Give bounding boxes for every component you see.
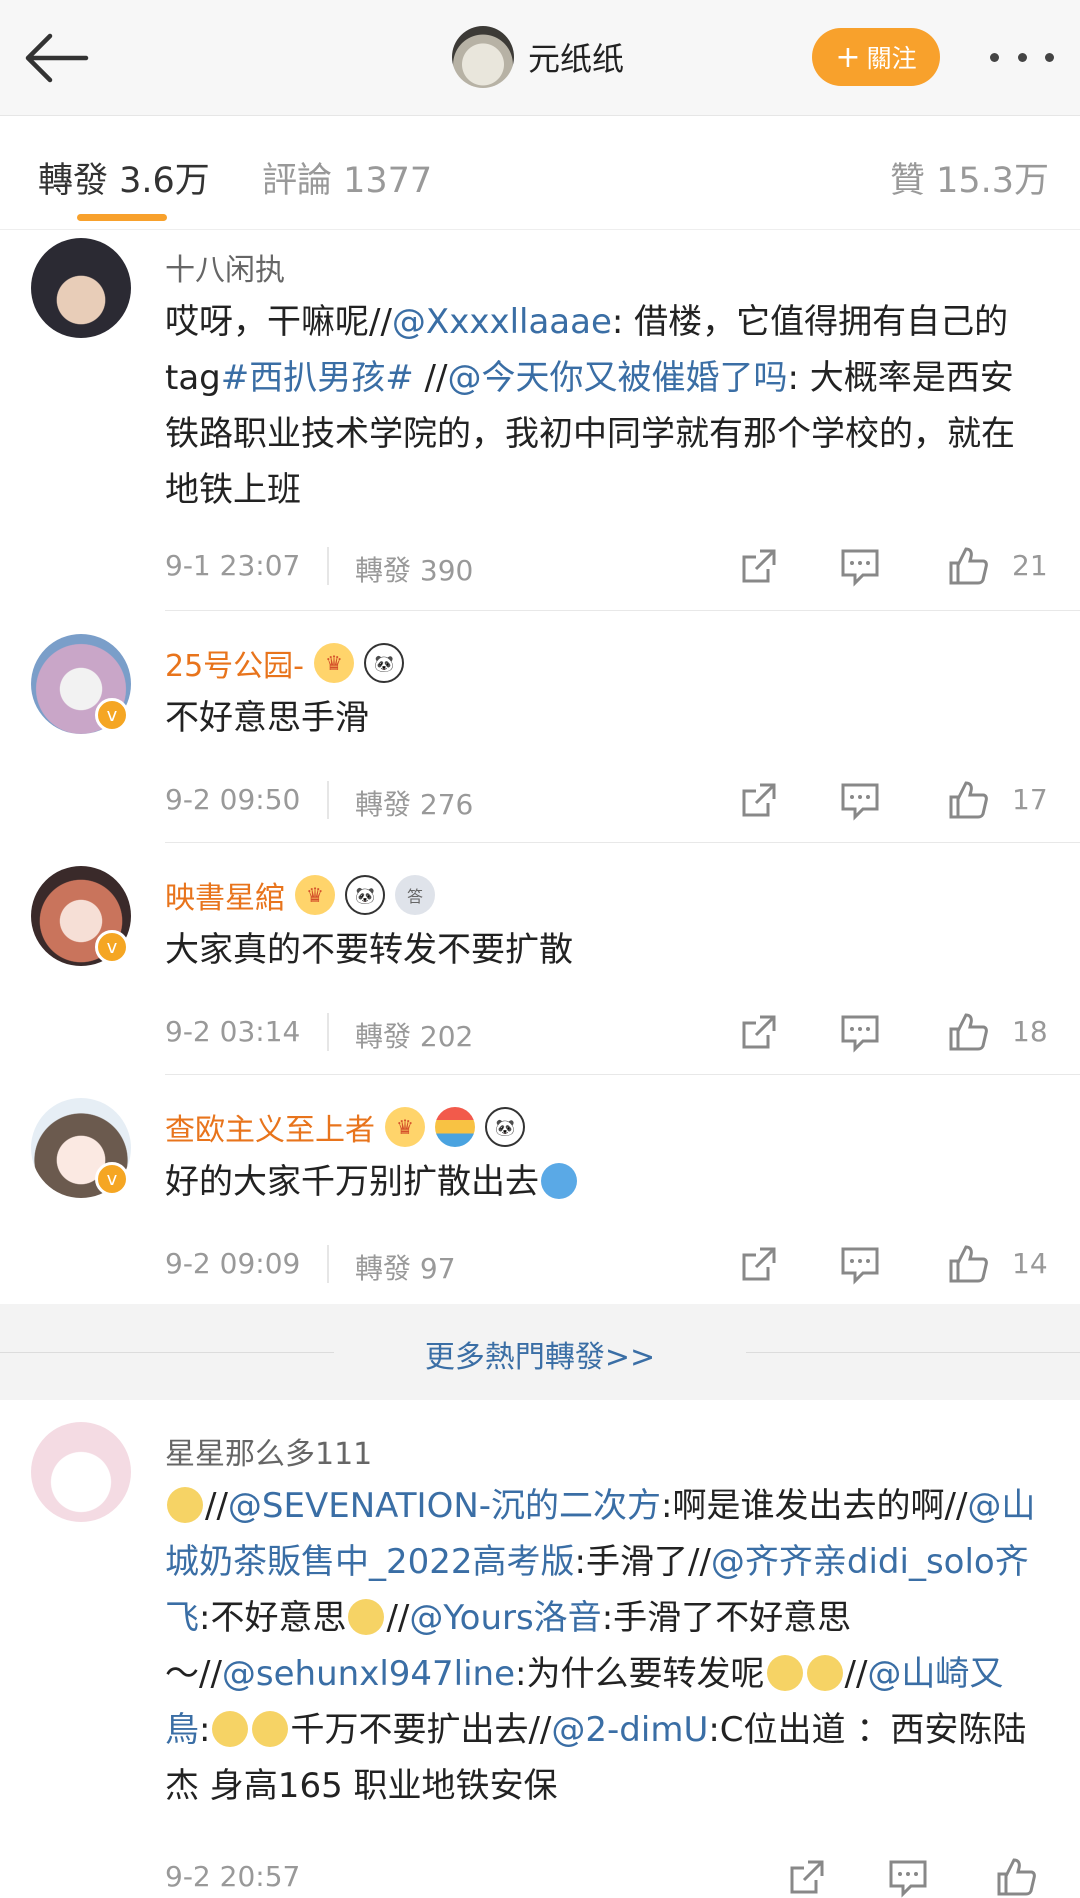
timestamp: 9-2 09:09 [165,1247,301,1280]
verified-icon: v [95,698,129,732]
mention-link[interactable]: @sehunxl947line [222,1654,515,1694]
comment-icon[interactable] [839,779,881,821]
like-icon[interactable] [995,1856,1037,1898]
tab-forward[interactable]: 轉發 3.6万 [38,152,210,203]
avatar[interactable] [31,238,131,338]
panda-badge-icon: 🐼 [364,643,404,683]
mention-link[interactable]: @Yours洛音 [409,1598,601,1638]
username[interactable]: 查欧主义至上者 ♛ 🐼 [165,1106,1055,1148]
avatar[interactable]: v [31,866,131,966]
comment-text: 哎呀，干嘛呢//@Xxxxllaaae: 借楼，它值得拥有自己的tag#西扒男孩… [165,302,1015,510]
comment-text: 好的大家千万别扩散出去 [165,1154,1055,1210]
comment-icon[interactable] [839,1243,881,1285]
username[interactable]: 映書星綰 ♛ 🐼 答 [165,874,1055,916]
comment-meta: 9-2 20:57 [165,1852,1080,1898]
like-count: 21 [1012,549,1048,582]
medal-badge-icon: 答 [395,875,435,915]
tab-indicator [77,214,167,221]
like-count: 14 [1012,1247,1048,1280]
hashtag-link[interactable]: #西扒男孩# [221,358,414,398]
comment-icon[interactable] [839,1011,881,1053]
mention-link[interactable]: @SEVENATION-沉的二次方 [228,1486,661,1526]
username[interactable]: 25号公园- ♛ 🐼 [165,642,1055,684]
comment-meta: 9-2 09:50 轉發 276 17 [165,775,1080,825]
comment-text: //@SEVENATION-沉的二次方:啊是谁发出去的啊//@山城奶茶販售中_2… [165,1486,1036,1806]
tab-bar: 轉發 3.6万 評論 1377 贊 15.3万 [0,116,1080,230]
share-icon[interactable] [738,1243,780,1285]
crown-badge-icon: ♛ [385,1107,425,1147]
comment-icon[interactable] [839,545,881,587]
mention-link[interactable]: @Xxxxllaaae [392,302,612,342]
like-icon[interactable] [947,1243,989,1285]
tab-comments[interactable]: 評論 1377 [262,152,432,203]
more-hot-forwards: 更多熱門轉發>> [0,1304,1080,1400]
panda-badge-icon: 🐼 [485,1107,525,1147]
panda-badge-icon: 🐼 [345,875,385,915]
comment-meta: 9-2 09:09 轉發 97 14 [165,1239,1080,1289]
emoji-icon [212,1711,249,1747]
plus-icon: + [835,39,861,75]
forward-count: 轉發 390 [355,554,474,587]
avatar[interactable]: v [31,634,131,734]
verified-icon: v [95,930,129,964]
mention-link[interactable]: @今天你又被催婚了吗 [447,358,787,398]
share-icon[interactable] [738,779,780,821]
share-icon[interactable] [786,1856,828,1898]
follow-label: 關注 [866,44,917,73]
like-icon[interactable] [947,545,989,587]
username[interactable]: 十八闲执 [165,246,1055,288]
more-icon[interactable] [990,40,1054,74]
timestamp: 9-2 03:14 [165,1015,301,1048]
emoji-icon [541,1163,577,1199]
tab-likes[interactable]: 贊 15.3万 [890,152,1049,203]
top-bar: 元纸纸 + 關注 [0,0,1080,116]
comment-icon[interactable] [887,1856,929,1898]
avatar[interactable] [452,26,514,88]
like-icon[interactable] [947,779,989,821]
forward-count: 轉發 97 [355,1252,456,1285]
follow-button[interactable]: + 關注 [812,28,940,86]
timestamp: 9-2 20:57 [165,1860,301,1893]
timestamp: 9-2 09:50 [165,783,301,816]
share-icon[interactable] [738,545,780,587]
emoji-icon [766,1655,803,1691]
emoji-icon [806,1655,843,1691]
more-hot-link[interactable]: 更多熱門轉發>> [0,1332,1080,1376]
avatar[interactable]: v [31,1098,131,1198]
timestamp: 9-1 23:07 [165,549,301,582]
comment-text: 大家真的不要转发不要扩散 [165,930,573,970]
emoji-icon [167,1487,203,1523]
mention-link[interactable]: @2-dimU [551,1710,708,1750]
like-icon[interactable] [947,1011,989,1053]
emoji-icon [348,1599,385,1635]
forward-count: 轉發 276 [355,788,474,821]
like-count: 17 [1012,783,1048,816]
emoji-icon [252,1711,289,1747]
comment-meta: 9-1 23:07 轉發 390 21 [165,541,1080,591]
crown-badge-icon: ♛ [295,875,335,915]
header-username: 元纸纸 [528,40,625,78]
forward-count: 轉發 202 [355,1020,474,1053]
verified-icon: v [95,1162,129,1196]
back-arrow-icon[interactable] [22,30,92,86]
header-user[interactable]: 元纸纸 [452,24,624,90]
comment-text: 不好意思手滑 [165,698,369,738]
avatar[interactable] [31,1422,131,1522]
comment-meta: 9-2 03:14 轉發 202 18 [165,1007,1080,1057]
share-icon[interactable] [738,1011,780,1053]
username[interactable]: 星星那么多111 [165,1430,1055,1472]
crown-badge-icon: ♛ [314,643,354,683]
like-count: 18 [1012,1015,1048,1048]
balloon-badge-icon [435,1107,475,1147]
